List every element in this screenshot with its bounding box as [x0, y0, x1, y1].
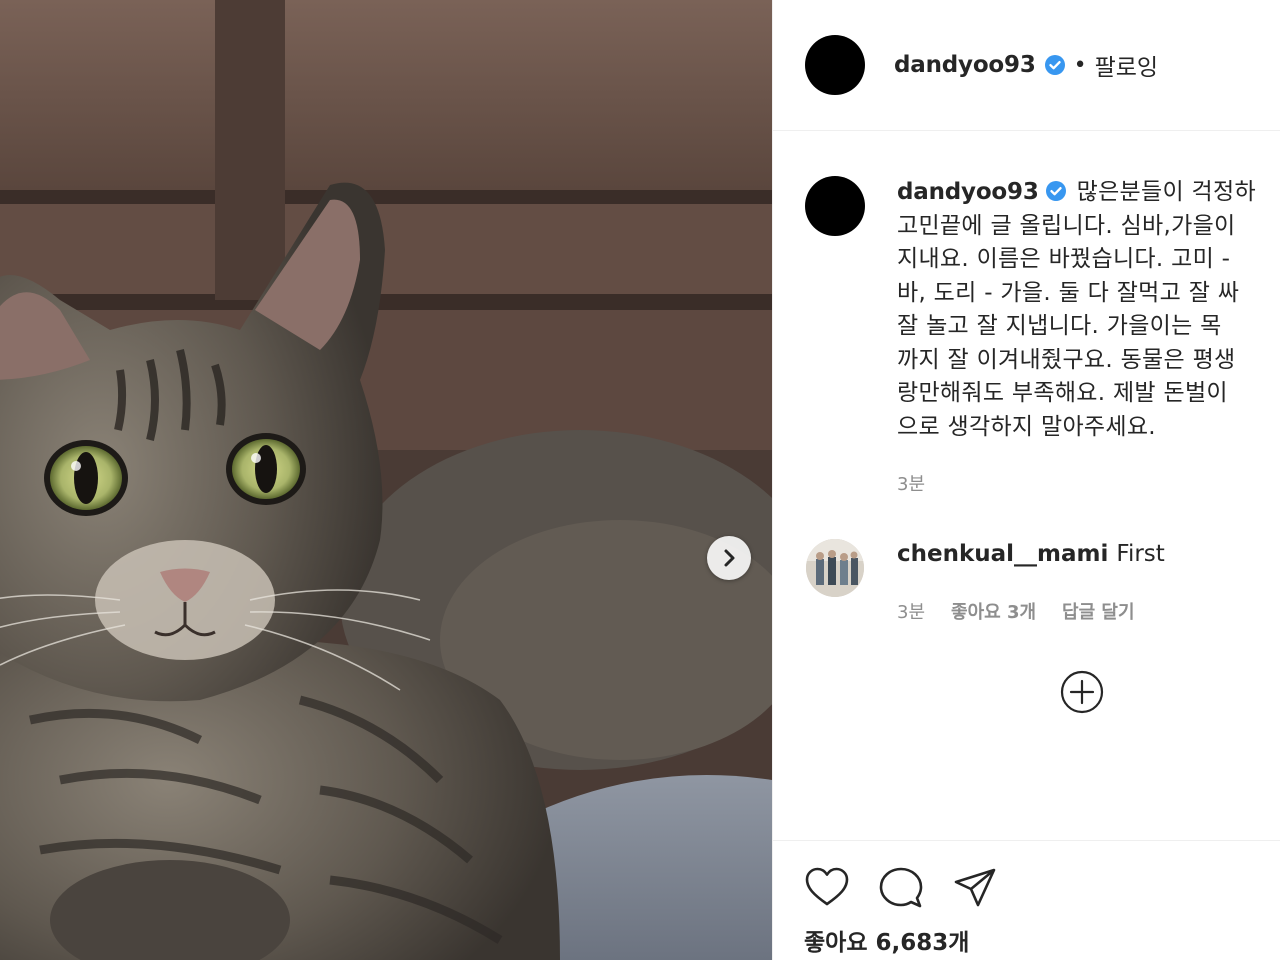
caption-text-line: 랑만해줘도 부족해요. 제발 돈벌이	[897, 380, 1228, 406]
commenter-username[interactable]: chenkual__mami	[897, 541, 1108, 567]
comment-button[interactable]	[878, 865, 924, 911]
caption-text-line: 고민끝에 글 올립니다. 심바,가을이	[897, 212, 1236, 239]
caption-line-1: dandyoo93 많은분들이 걱정하	[897, 176, 1280, 210]
caption-text-line: 지내요. 이름은 바꿨습니다. 고미 -	[897, 246, 1231, 272]
load-more-comments-button[interactable]	[1060, 670, 1104, 714]
caption-text-line: 많은분들이 걱정하	[1076, 179, 1256, 205]
post-caption: dandyoo93 많은분들이 걱정하 고민끝에 글 올립니다. 심바,가을이 …	[897, 176, 1280, 444]
plus-circle-icon	[1060, 670, 1104, 714]
following-button[interactable]: 팔로잉	[1095, 48, 1158, 82]
caption-text-line: 으로 생각하지 말아주세요.	[897, 413, 1156, 440]
heart-icon	[805, 867, 849, 906]
post-header: dandyoo93 • 팔로잉	[773, 0, 1280, 131]
commenter-avatar-image	[806, 539, 864, 597]
comment-text: First	[1116, 541, 1165, 567]
author-avatar[interactable]	[805, 35, 865, 95]
share-button[interactable]	[952, 865, 998, 911]
caption-text-line: 까지 잘 이겨내줬구요. 동물은 평생	[897, 346, 1236, 373]
commenter-avatar[interactable]	[806, 539, 864, 597]
comment-body: chenkual__mami First	[897, 541, 1165, 567]
reply-button[interactable]: 답글 달기	[1062, 598, 1135, 624]
chevron-right-icon	[724, 549, 735, 567]
separator-dot: •	[1073, 52, 1087, 78]
caption-timestamp[interactable]: 3분	[897, 470, 925, 496]
caption-username[interactable]: dandyoo93	[897, 179, 1039, 205]
instagram-post-view: dandyoo93 • 팔로잉 dandyoo93 많은분들이 걱정하 고민끝에…	[0, 0, 1280, 960]
verified-badge-icon	[1045, 181, 1066, 201]
comment-bubble-icon	[879, 867, 923, 908]
paper-plane-icon	[954, 868, 996, 907]
author-username[interactable]: dandyoo93	[894, 52, 1036, 78]
comment-meta: 3분 좋아요 3개 답글 달기	[897, 598, 1135, 624]
caption-author-avatar[interactable]	[805, 176, 865, 236]
cat-photo-image	[0, 0, 772, 960]
like-button[interactable]	[804, 865, 850, 911]
next-photo-button[interactable]	[707, 536, 751, 580]
likes-count[interactable]: 좋아요 6,683개	[804, 923, 969, 957]
author-line: dandyoo93 • 팔로잉	[894, 48, 1158, 82]
caption-text-line: 바, 도리 - 가을. 둘 다 잘먹고 잘 싸	[897, 279, 1240, 306]
post-side-panel: dandyoo93 • 팔로잉 dandyoo93 많은분들이 걱정하 고민끝에…	[772, 0, 1280, 960]
verified-badge-icon	[1044, 55, 1065, 75]
caption-text-line: 잘 놀고 잘 지냅니다. 가을이는 목	[897, 313, 1222, 339]
comment-likes[interactable]: 좋아요 3개	[951, 598, 1036, 624]
post-photo[interactable]	[0, 0, 772, 960]
comment-timestamp[interactable]: 3분	[897, 598, 925, 624]
